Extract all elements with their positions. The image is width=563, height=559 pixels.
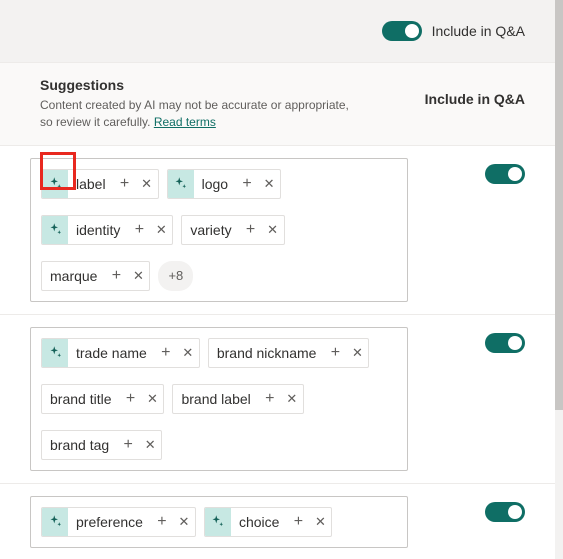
tag-label: brand tag bbox=[42, 437, 117, 453]
suggestion-tag: brand tag+✕ bbox=[41, 430, 162, 460]
tag-label: trade name bbox=[68, 345, 155, 361]
add-icon[interactable]: + bbox=[324, 339, 346, 367]
top-bar: Include in Q&A bbox=[0, 0, 555, 62]
close-icon[interactable]: ✕ bbox=[258, 170, 280, 198]
close-icon[interactable]: ✕ bbox=[139, 431, 161, 459]
suggestion-tag: marque+✕ bbox=[41, 261, 150, 291]
close-icon[interactable]: ✕ bbox=[177, 339, 199, 367]
suggestion-group: label+✕logo+✕identity+✕variety+✕marque+✕… bbox=[0, 146, 555, 315]
tag-label: brand nickname bbox=[209, 345, 325, 361]
tag-label: brand title bbox=[42, 391, 119, 407]
add-icon[interactable]: + bbox=[151, 508, 173, 536]
include-qa-column-label: Include in Q&A bbox=[425, 77, 525, 107]
tag-box: preference+✕choice+✕ bbox=[30, 496, 408, 548]
suggestion-tag: identity+✕ bbox=[41, 215, 173, 245]
close-icon[interactable]: ✕ bbox=[346, 339, 368, 367]
suggestions-header: Suggestions Content created by AI may no… bbox=[0, 62, 555, 146]
tag-label: choice bbox=[231, 514, 287, 530]
suggestion-tag: choice+✕ bbox=[204, 507, 332, 537]
close-icon[interactable]: ✕ bbox=[141, 385, 163, 413]
close-icon[interactable]: ✕ bbox=[281, 385, 303, 413]
suggestion-tag: preference+✕ bbox=[41, 507, 196, 537]
suggestion-tag: brand title+✕ bbox=[41, 384, 164, 414]
suggestion-tag: brand label+✕ bbox=[172, 384, 303, 414]
toggle-column bbox=[408, 327, 525, 353]
tag-label: marque bbox=[42, 268, 105, 284]
add-icon[interactable]: + bbox=[117, 431, 139, 459]
tag-label: preference bbox=[68, 514, 151, 530]
tag-label: identity bbox=[68, 222, 128, 238]
suggestion-tag: trade name+✕ bbox=[41, 338, 200, 368]
add-icon[interactable]: + bbox=[105, 262, 127, 290]
suggestion-tag: variety+✕ bbox=[181, 215, 284, 245]
add-icon[interactable]: + bbox=[128, 216, 150, 244]
include-qa-toggle[interactable] bbox=[485, 333, 525, 353]
tag-label: brand label bbox=[173, 391, 258, 407]
sparkle-icon bbox=[205, 508, 231, 536]
sparkle-icon bbox=[42, 508, 68, 536]
add-icon[interactable]: + bbox=[287, 508, 309, 536]
more-chip[interactable]: +8 bbox=[158, 261, 193, 291]
tag-label: label bbox=[68, 176, 114, 192]
suggestion-group: trade name+✕brand nickname+✕brand title+… bbox=[0, 315, 555, 484]
tag-box: trade name+✕brand nickname+✕brand title+… bbox=[30, 327, 408, 471]
include-qa-global-label: Include in Q&A bbox=[432, 23, 525, 39]
add-icon[interactable]: + bbox=[240, 216, 262, 244]
toggle-column bbox=[408, 158, 525, 184]
close-icon[interactable]: ✕ bbox=[127, 262, 149, 290]
suggestions-description: Content created by AI may not be accurat… bbox=[40, 97, 360, 131]
add-icon[interactable]: + bbox=[259, 385, 281, 413]
close-icon[interactable]: ✕ bbox=[262, 216, 284, 244]
close-icon[interactable]: ✕ bbox=[309, 508, 331, 536]
suggestion-group: preference+✕choice+✕ bbox=[0, 484, 555, 559]
close-icon[interactable]: ✕ bbox=[150, 216, 172, 244]
include-qa-toggle[interactable] bbox=[485, 502, 525, 522]
suggestions-title: Suggestions bbox=[40, 77, 425, 93]
close-icon[interactable]: ✕ bbox=[173, 508, 195, 536]
suggestion-tag: logo+✕ bbox=[167, 169, 281, 199]
add-icon[interactable]: + bbox=[119, 385, 141, 413]
toggle-column bbox=[408, 496, 525, 522]
tag-box: label+✕logo+✕identity+✕variety+✕marque+✕… bbox=[30, 158, 408, 302]
include-qa-global-toggle[interactable] bbox=[382, 21, 422, 41]
include-qa-toggle[interactable] bbox=[485, 164, 525, 184]
add-icon[interactable]: + bbox=[155, 339, 177, 367]
add-icon[interactable]: + bbox=[236, 170, 258, 198]
add-icon[interactable]: + bbox=[114, 170, 136, 198]
read-terms-link[interactable]: Read terms bbox=[154, 115, 216, 129]
sparkle-icon bbox=[168, 170, 194, 198]
scrollbar-thumb[interactable] bbox=[555, 0, 563, 410]
suggestion-tag: label+✕ bbox=[41, 169, 159, 199]
tag-label: variety bbox=[182, 222, 239, 238]
tag-label: logo bbox=[194, 176, 236, 192]
sparkle-icon bbox=[42, 170, 68, 198]
suggestion-tag: brand nickname+✕ bbox=[208, 338, 370, 368]
sparkle-icon bbox=[42, 216, 68, 244]
sparkle-icon bbox=[42, 339, 68, 367]
close-icon[interactable]: ✕ bbox=[136, 170, 158, 198]
